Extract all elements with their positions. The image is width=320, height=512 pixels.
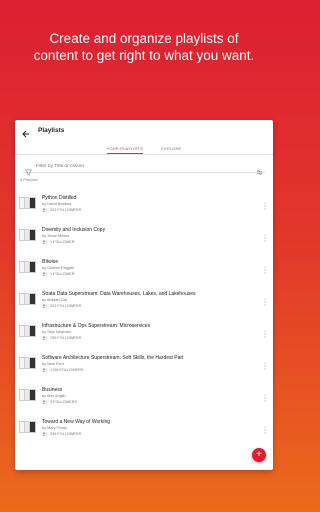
marketing-headline: Create and organize playlists of content… xyxy=(0,30,288,64)
playlist-author: by Neal Ford xyxy=(42,362,64,366)
playlist-thumbnail xyxy=(19,324,37,338)
followers-count: 1 FOLLOWER xyxy=(50,239,75,244)
page-title: Playlists xyxy=(38,127,65,134)
playlist-count: 8 Playlists xyxy=(20,177,39,182)
list-item[interactable]: Software Architecture Superstream: Soft … xyxy=(15,347,273,379)
playlist-thumbnail xyxy=(19,196,37,210)
people-icon xyxy=(42,271,48,276)
more-vert-icon[interactable] xyxy=(263,262,267,274)
list-item[interactable]: Business by Alex Anglin 2 FOLLOWERS xyxy=(15,379,273,411)
playlist-title: Python Distilled xyxy=(42,194,77,201)
people-icon xyxy=(42,367,48,372)
list-item[interactable]: Python Distilled by David Beazley 322 FO… xyxy=(15,187,273,219)
playlist-followers: 322 FOLLOWERS xyxy=(42,208,259,212)
playlist-thumbnail xyxy=(19,228,37,242)
list-item[interactable]: Strata Data Superstream: Data Warehouses… xyxy=(15,283,273,315)
playlist-thumbnail xyxy=(19,356,37,370)
list-item[interactable]: Toward a New Way of Working by Mary Prea… xyxy=(15,411,273,443)
playlist-followers: 1766 FOLLOWERS xyxy=(42,368,259,372)
sort-icon[interactable] xyxy=(256,163,263,175)
arrow-back-icon[interactable] xyxy=(21,126,31,137)
playlist-followers: 2 FOLLOWERS xyxy=(42,400,259,404)
tab-bar: YOUR PLAYLISTS EXPLORE xyxy=(15,141,273,155)
people-icon xyxy=(42,303,48,308)
more-vert-icon[interactable] xyxy=(263,230,267,242)
playlist-followers: 1 FOLLOWER xyxy=(42,272,259,276)
playlist-title: Business xyxy=(42,386,63,393)
people-icon xyxy=(42,431,48,436)
playlist-author: by Sam Newman xyxy=(42,330,71,334)
add-playlist-button[interactable]: + xyxy=(252,448,266,462)
playlist-followers: 322 FOLLOWERS xyxy=(42,304,259,308)
people-icon xyxy=(42,399,48,404)
tab-your-playlists[interactable]: YOUR PLAYLISTS xyxy=(106,146,144,154)
followers-count: 1 FOLLOWER xyxy=(50,271,75,276)
followers-count: 2 FOLLOWERS xyxy=(50,399,78,404)
more-vert-icon[interactable] xyxy=(263,294,267,306)
followers-count: 322 FOLLOWERS xyxy=(50,207,82,212)
playlist-author: by Alex Anglin xyxy=(42,394,66,398)
playlist-title: BItwise xyxy=(42,258,59,265)
playlist-thumbnail xyxy=(19,260,37,274)
playlist-followers: 1 FOLLOWER xyxy=(42,240,259,244)
playlist-title: Infrastructure & Ops Superstream: Micros… xyxy=(42,322,151,329)
people-icon xyxy=(42,335,48,340)
playlist-author: by Jesse Meeks xyxy=(42,234,70,238)
playlist-title: Diversity and Inclusion Copy xyxy=(42,226,106,233)
more-vert-icon[interactable] xyxy=(263,422,267,434)
more-vert-icon[interactable] xyxy=(263,326,267,338)
followers-count: 759 FOLLOWERS xyxy=(50,335,82,340)
playlist-followers: 336 FOLLOWERS xyxy=(42,432,259,436)
followers-count: 1766 FOLLOWERS xyxy=(50,367,84,372)
playlist-title: Toward a New Way of Working xyxy=(42,418,111,425)
followers-count: 336 FOLLOWERS xyxy=(50,431,82,436)
more-vert-icon[interactable] xyxy=(263,390,267,402)
list-item[interactable]: Infrastructure & Ops Superstream: Micros… xyxy=(15,315,273,347)
filter-input[interactable] xyxy=(36,163,252,169)
app-screen: Playlists YOUR PLAYLISTS EXPLORE 8 Playl… xyxy=(15,120,273,470)
list-item[interactable]: Diversity and Inclusion Copy by Jesse Me… xyxy=(15,219,273,251)
app-bar: Playlists xyxy=(15,120,273,141)
playlist-title: Software Architecture Superstream: Soft … xyxy=(42,354,184,361)
playlist-thumbnail xyxy=(19,388,37,402)
playlist-followers: 759 FOLLOWERS xyxy=(42,336,259,340)
playlist-thumbnail xyxy=(19,292,37,306)
headline-line-1: Create and organize playlists of xyxy=(49,31,239,46)
tab-explore[interactable]: EXPLORE xyxy=(161,146,181,154)
playlist-author: by Aliddah Coll xyxy=(42,298,68,302)
playlist-author: by Mary Preap xyxy=(42,426,67,430)
playlist-author: by Colleen Ruggeri xyxy=(42,266,75,270)
filter-bar xyxy=(23,160,265,176)
headline-line-2: content to get right to what you want. xyxy=(33,48,255,63)
more-vert-icon[interactable] xyxy=(263,358,267,370)
people-icon xyxy=(42,239,48,244)
filter-icon xyxy=(24,163,33,176)
more-vert-icon[interactable] xyxy=(263,198,267,210)
playlist-thumbnail xyxy=(19,420,37,434)
playlist-author: by David Beazley xyxy=(42,202,72,206)
followers-count: 322 FOLLOWERS xyxy=(50,303,82,308)
playlist-list: Python Distilled by David Beazley 322 FO… xyxy=(15,187,273,443)
playlist-title: Strata Data Superstream: Data Warehouses… xyxy=(42,290,196,297)
people-icon xyxy=(42,207,48,212)
list-item[interactable]: BItwise by Colleen Ruggeri 1 FOLLOWER xyxy=(15,251,273,283)
